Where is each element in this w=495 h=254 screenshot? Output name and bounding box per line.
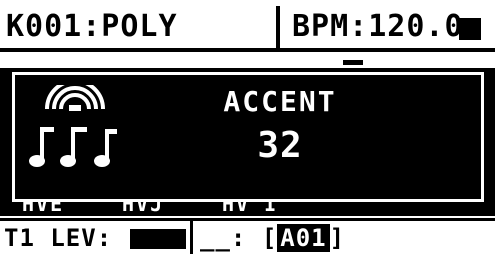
top-divider: [276, 6, 280, 48]
top-status-bar: K001:POLY BPM:120.0: [0, 6, 495, 52]
parameter-popup: ACCENT 32: [12, 72, 484, 202]
parameter-name: ACCENT: [223, 85, 337, 118]
page-label-3: HV I: [222, 202, 279, 216]
parameter-value[interactable]: 32: [155, 125, 405, 166]
sample-id: A01: [277, 224, 330, 252]
track-level-label: T1 LEV:: [4, 224, 113, 252]
lcd-screen: K001:POLY BPM:120.0 ACCENT 32 HVE HVJ HV…: [0, 0, 495, 254]
kit-name[interactable]: K001:POLY: [6, 8, 178, 46]
play-status-icon: [459, 18, 481, 40]
bottom-divider: [190, 221, 193, 254]
page-label-2: HVJ: [122, 202, 165, 216]
sample-slot[interactable]: __: [A01]: [200, 223, 345, 253]
sample-close-bracket: ]: [329, 224, 346, 252]
page-label-1: HVE: [22, 202, 65, 216]
page-labels: HVE HVJ HV I: [0, 202, 495, 216]
bpm-display[interactable]: BPM:120.0: [292, 8, 464, 46]
sample-open-bracket: [: [261, 224, 278, 252]
sample-slot-label: __:: [200, 224, 247, 252]
track-level-meter[interactable]: [130, 229, 186, 249]
track-level-fill: [132, 231, 184, 247]
bottom-status-bar: T1 LEV: __: [A01]: [0, 218, 495, 254]
page-indicator-dash: [343, 60, 363, 65]
accent-notes-icon: [29, 85, 117, 167]
